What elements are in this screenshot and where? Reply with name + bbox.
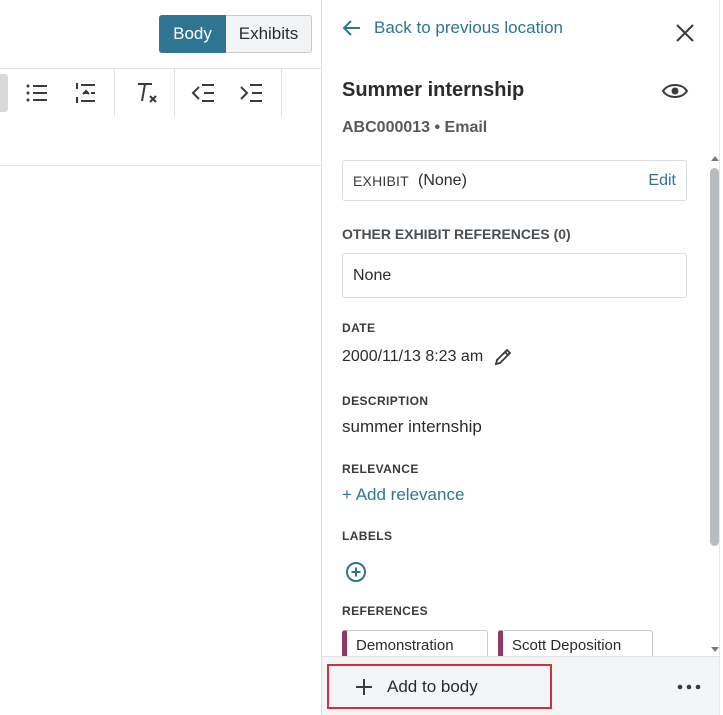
window-edge xyxy=(719,0,723,715)
exhibit-label: EXHIBIT xyxy=(353,173,409,189)
document-editor: Body Exhibits xyxy=(0,0,321,715)
pencil-icon[interactable] xyxy=(493,347,513,367)
references-label: REFERENCES xyxy=(342,604,429,618)
document-title: Summer internship xyxy=(342,79,525,101)
toolbar-separator xyxy=(114,69,115,117)
clear-formatting-icon[interactable] xyxy=(131,76,163,110)
document-details-panel: Back to previous location Summer interns… xyxy=(321,0,723,715)
bulleted-list-icon[interactable] xyxy=(21,76,53,110)
exhibit-value: (None) xyxy=(418,172,467,189)
date-value: 2000/11/13 8:23 am xyxy=(342,348,484,365)
other-references-value: None xyxy=(353,267,392,284)
toolbar-separator xyxy=(174,69,175,117)
other-references-label: OTHER EXHIBIT REFERENCES (0) xyxy=(342,226,571,242)
indent-icon[interactable] xyxy=(235,76,267,110)
numbered-list-icon[interactable] xyxy=(70,76,102,110)
document-subtitle: ABC000013 • Email xyxy=(342,119,488,136)
plus-icon xyxy=(356,678,372,695)
close-icon[interactable] xyxy=(672,20,698,46)
description-value: summer internship xyxy=(342,417,482,436)
other-references-field: None xyxy=(342,253,687,298)
date-label: DATE xyxy=(342,321,376,335)
back-link-label: Back to previous location xyxy=(374,18,563,37)
outdent-icon[interactable] xyxy=(187,76,219,110)
panel-footer: Add to body xyxy=(322,656,723,715)
date-row: 2000/11/13 8:23 am xyxy=(342,347,513,367)
toolbar-divider-bottom xyxy=(0,165,321,166)
toolbar-separator xyxy=(281,69,282,117)
add-to-body-button[interactable]: Add to body xyxy=(327,664,552,709)
add-label-icon[interactable] xyxy=(345,561,367,583)
relevance-label: RELEVANCE xyxy=(342,462,419,476)
toolbar-divider-top xyxy=(0,68,321,69)
eye-icon[interactable] xyxy=(660,78,690,104)
labels-label: LABELS xyxy=(342,529,393,543)
scrollbar-thumb[interactable] xyxy=(710,168,719,546)
description-label: DESCRIPTION xyxy=(342,394,429,408)
body-tab[interactable]: Body xyxy=(159,15,226,53)
add-relevance-link[interactable]: + Add relevance xyxy=(342,485,464,505)
exhibit-field: EXHIBIT (None) Edit xyxy=(342,160,687,201)
arrow-left-icon xyxy=(342,20,360,36)
exhibit-edit-link[interactable]: Edit xyxy=(648,172,676,190)
add-to-body-label: Add to body xyxy=(387,676,478,696)
toolbar-button-partial[interactable] xyxy=(0,74,8,112)
back-link[interactable]: Back to previous location xyxy=(342,18,563,38)
view-toggle: Body Exhibits xyxy=(159,15,312,53)
exhibits-tab[interactable]: Exhibits xyxy=(226,15,312,53)
more-options-icon[interactable] xyxy=(674,675,704,699)
